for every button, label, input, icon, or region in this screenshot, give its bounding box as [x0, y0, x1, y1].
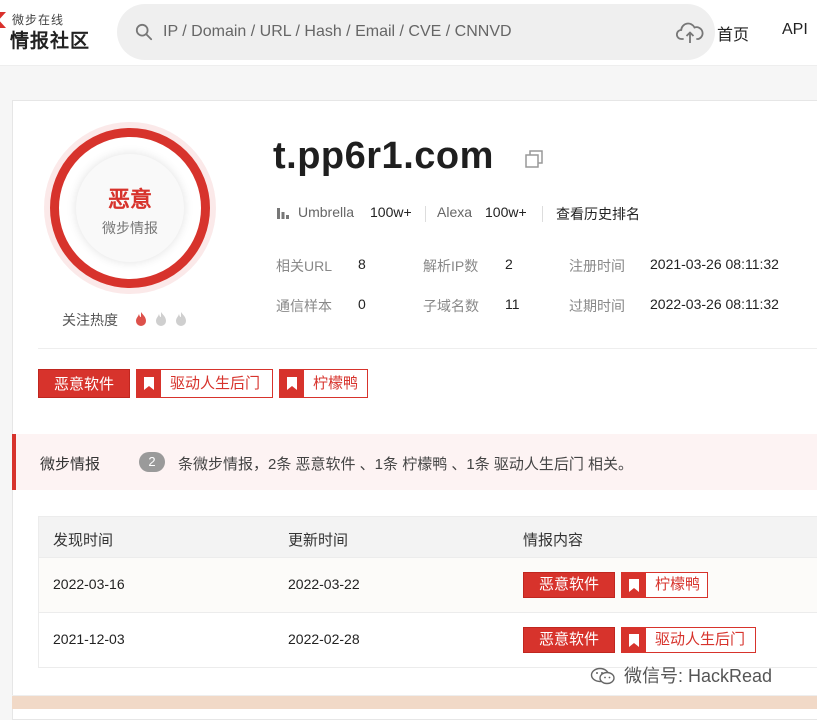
verdict-ring-outer: 恶意 微步情报 — [50, 128, 210, 288]
stat-label-samples: 通信样本 — [276, 298, 332, 314]
stat-value-registered: 2021-03-26 08:11:32 — [650, 256, 779, 272]
verdict-source: 微步情报 — [102, 220, 158, 236]
watermark: 微信号: HackRead — [590, 662, 772, 688]
tag-driver-backdoor[interactable]: 驱动人生后门 — [136, 369, 273, 398]
tag-driver-backdoor[interactable]: 驱动人生后门 — [621, 627, 756, 653]
stat-label-expires: 过期时间 — [569, 298, 625, 314]
cell-updated: 2022-03-22 — [288, 576, 360, 592]
divider — [425, 206, 426, 222]
flame-icon — [176, 312, 186, 326]
heat-label: 关注热度 — [62, 312, 118, 328]
tag-label: 柠檬鸭 — [313, 375, 359, 392]
umbrella-value: 100w+ — [370, 204, 412, 220]
table-row[interactable]: 2021-12-03 2022-02-28 恶意软件 驱动人生后门 — [39, 612, 817, 667]
bookmark-icon — [280, 370, 304, 397]
table-row[interactable]: 2022-03-16 2022-03-22 恶意软件 柠檬鸭 — [39, 557, 817, 612]
umbrella-label: Umbrella — [298, 204, 355, 220]
stat-value-resolved-ip[interactable]: 2 — [505, 256, 513, 272]
bottom-edge — [12, 695, 817, 709]
bookmark-icon — [622, 628, 646, 652]
wechat-icon — [590, 667, 615, 685]
column-header-updated[interactable]: 更新时间 — [288, 529, 348, 550]
tag-malware[interactable]: 恶意软件 — [523, 627, 615, 653]
verdict-label: 恶意 — [107, 187, 152, 212]
stat-label-registered: 注册时间 — [569, 258, 625, 274]
verdict-ring: 恶意 微步情报 — [44, 122, 216, 294]
verdict-ring-inner: 恶意 微步情报 — [76, 154, 184, 262]
stat-value-expires: 2022-03-26 08:11:32 — [650, 296, 779, 312]
bar-chart-icon — [276, 206, 290, 223]
intel-count-badge: 2 — [139, 452, 165, 472]
cell-updated: 2022-02-28 — [288, 631, 360, 647]
divider — [542, 206, 543, 222]
stat-value-subdomains[interactable]: 11 — [505, 296, 520, 312]
intel-summary: 条微步情报，2条 恶意软件 、1条 柠檬鸭 、1条 驱动人生后门 相关。 — [178, 456, 634, 473]
tag-label: 柠檬鸭 — [655, 576, 701, 593]
nav-home[interactable]: 首页 — [717, 21, 749, 45]
tag-lemon-duck[interactable]: 柠檬鸭 — [621, 572, 708, 598]
heat-level — [134, 311, 194, 332]
search-bar — [117, 4, 715, 60]
tag-label: 驱动人生后门 — [170, 375, 261, 392]
column-header-content: 情报内容 — [523, 532, 584, 549]
nav-api[interactable]: API — [782, 21, 808, 39]
stat-value-related-url[interactable]: 8 — [358, 256, 366, 272]
history-rank-link[interactable]: 查看历史排名 — [556, 204, 640, 224]
tag-malware[interactable]: 恶意软件 — [38, 369, 130, 398]
cell-found: 2022-03-16 — [53, 576, 125, 592]
domain-name: t.pp6r1.com — [273, 135, 494, 177]
tag-label: 驱动人生后门 — [655, 631, 746, 648]
stat-value-samples[interactable]: 0 — [358, 296, 366, 312]
watermark-text: 微信号: HackRead — [624, 666, 773, 686]
cell-found: 2021-12-03 — [53, 631, 125, 647]
logo-mark — [0, 12, 6, 28]
column-header-found[interactable]: 发现时间 — [53, 529, 113, 550]
copy-icon[interactable] — [524, 149, 544, 169]
logo-title: 情报社区 — [10, 31, 91, 52]
intel-summary-band: 微步情报 2 条微步情报，2条 恶意软件 、1条 柠檬鸭 、1条 驱动人生后门 … — [12, 434, 817, 490]
bookmark-icon — [137, 370, 161, 397]
bookmark-icon — [622, 573, 646, 597]
tag-lemon-duck[interactable]: 柠檬鸭 — [279, 369, 368, 398]
search-icon[interactable] — [135, 23, 153, 41]
flame-icon — [136, 312, 146, 326]
divider — [38, 348, 817, 349]
alexa-label: Alexa — [437, 204, 473, 220]
intel-table: 发现时间 更新时间 情报内容 2022-03-16 2022-03-22 恶意软… — [38, 516, 817, 668]
logo[interactable]: 微步在线 情报社区 — [0, 8, 100, 52]
tag-malware[interactable]: 恶意软件 — [523, 572, 615, 598]
alexa-value: 100w+ — [485, 204, 527, 220]
stat-label-subdomains: 子域名数 — [423, 298, 479, 314]
intel-title: 微步情报 — [40, 456, 101, 473]
flame-icon — [156, 312, 166, 326]
cloud-upload-icon[interactable] — [676, 21, 704, 45]
top-bar: 微步在线 情报社区 首页 API — [0, 0, 817, 66]
stat-label-related-url: 相关URL — [276, 258, 333, 274]
search-input[interactable] — [163, 16, 663, 48]
stat-label-resolved-ip: 解析IP数 — [423, 258, 479, 274]
table-header: 发现时间 更新时间 情报内容 — [39, 517, 817, 557]
